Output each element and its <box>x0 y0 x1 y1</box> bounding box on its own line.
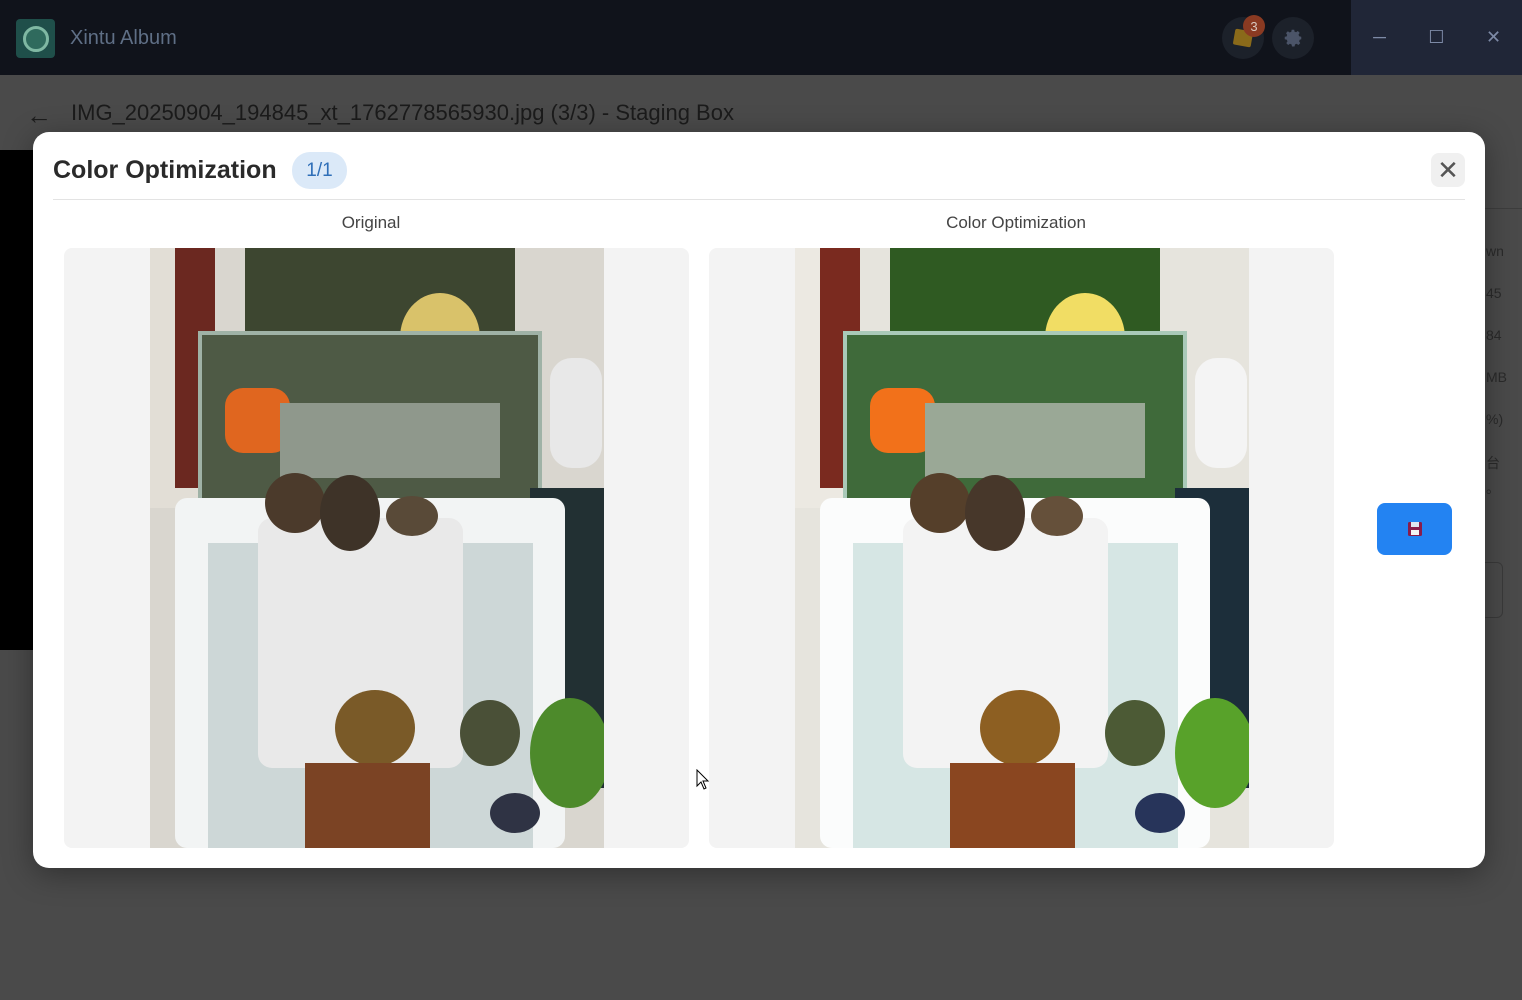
info-snippet: %) <box>1486 411 1504 427</box>
page-title: IMG_20250904_194845_xt_1762778565930.jpg… <box>71 100 734 125</box>
floppy-disk-icon <box>1407 522 1422 536</box>
minimize-button[interactable]: ─ <box>1351 0 1408 75</box>
settings-button[interactable] <box>1272 17 1314 59</box>
back-button[interactable]: ← <box>26 100 52 131</box>
page-counter-badge: 1/1 <box>292 152 347 189</box>
notification-button[interactable]: 3 <box>1222 15 1265 59</box>
optimized-photo-art <box>795 248 1249 848</box>
info-snippet: wn <box>1486 243 1504 259</box>
info-panel-divider <box>1485 208 1522 209</box>
close-icon: ✕ <box>1437 155 1459 185</box>
image-viewer-background <box>0 150 33 650</box>
app-title: Xintu Album <box>70 27 177 49</box>
color-optimization-dialog: Color Optimization 1/1 ✕ Original Color … <box>33 132 1485 868</box>
maximize-button[interactable]: ☐ <box>1408 0 1465 75</box>
original-photo-art <box>150 248 604 848</box>
optimized-label: Color Optimization <box>946 213 1086 232</box>
dialog-title: Color Optimization <box>53 156 277 184</box>
close-window-button[interactable]: ✕ <box>1465 0 1522 75</box>
app-logo <box>16 19 55 58</box>
gear-icon <box>1284 29 1302 47</box>
info-snippet: 45 <box>1486 285 1502 301</box>
original-photo[interactable] <box>150 248 604 848</box>
info-snippet: MB <box>1486 369 1507 385</box>
info-snippet: 。 <box>1486 480 1500 496</box>
mouse-cursor <box>696 769 710 790</box>
dialog-divider <box>53 199 1465 200</box>
window-controls: ─ ☐ ✕ <box>1351 0 1522 75</box>
notification-badge: 3 <box>1243 15 1265 37</box>
original-image-panel <box>64 248 689 848</box>
save-button[interactable] <box>1377 503 1452 555</box>
optimized-photo[interactable] <box>795 248 1249 848</box>
optimized-image-panel <box>709 248 1334 848</box>
close-dialog-button[interactable]: ✕ <box>1431 153 1465 187</box>
info-snippet: 84 <box>1486 327 1502 343</box>
title-bar: Xintu Album 3 ─ ☐ ✕ <box>0 0 1522 75</box>
info-snippet: 台 <box>1486 455 1500 471</box>
original-label: Original <box>341 213 401 232</box>
